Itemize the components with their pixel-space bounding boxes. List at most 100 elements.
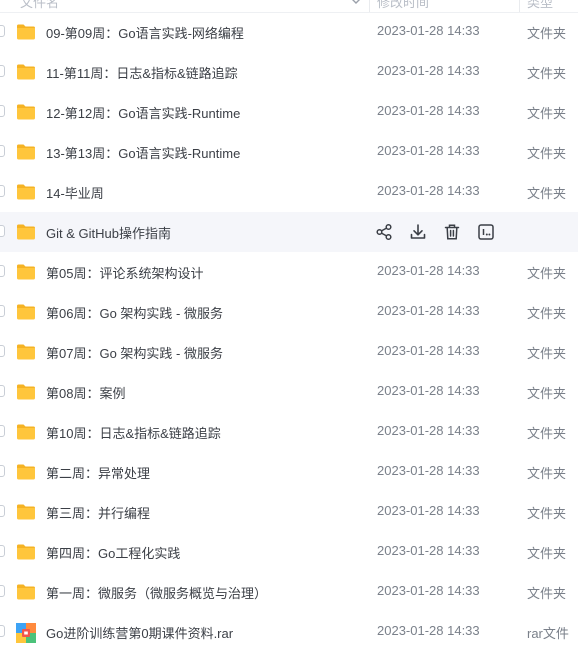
row-checkbox[interactable]	[0, 545, 5, 557]
table-row[interactable]: 14-毕业周 2023-01-28 14:33 文件夹	[0, 172, 578, 212]
row-checkbox[interactable]	[0, 225, 5, 237]
file-type: 文件夹	[527, 466, 567, 481]
modified-date: 2023-01-28 14:33	[377, 263, 480, 278]
download-icon[interactable]	[408, 222, 428, 242]
table-row[interactable]: 13-第13周：Go语言实践-Runtime 2023-01-28 14:33 文件…	[0, 132, 578, 172]
file-name[interactable]: 13-第13周：Go语言实践-Runtime	[46, 143, 240, 162]
rar-file-icon	[16, 623, 36, 643]
file-type: 文件夹	[527, 66, 567, 81]
row-checkbox[interactable]	[0, 25, 5, 37]
file-name[interactable]: Go进阶训练营第0期课件资料.rar	[46, 623, 233, 642]
header-date[interactable]: 修改时间	[377, 0, 429, 11]
header-type[interactable]: 类型	[527, 0, 553, 11]
file-name[interactable]: 第08周：案例	[46, 383, 125, 402]
modified-date: 2023-01-28 14:33	[377, 383, 480, 398]
table-row[interactable]: 11-第11周：日志&指标&链路追踪 2023-01-28 14:33 文件夹	[0, 52, 578, 92]
header-name[interactable]: 文件名	[20, 0, 59, 11]
file-type: 文件夹	[527, 586, 567, 601]
share-icon[interactable]	[374, 222, 394, 242]
file-type: 文件夹	[527, 186, 567, 201]
table-row[interactable]: 第08周：案例 2023-01-28 14:33 文件夹	[0, 372, 578, 412]
file-list: 文件名 修改时间 类型 09-第09周：Go语言实践-网络编程 2023-01-2…	[0, 0, 578, 661]
modified-date: 2023-01-28 14:33	[377, 303, 480, 318]
modified-date: 2023-01-28 14:33	[377, 463, 480, 478]
file-name[interactable]: 第三周：并行编程	[46, 503, 150, 522]
row-checkbox[interactable]	[0, 425, 5, 437]
folder-icon	[16, 63, 36, 81]
sort-arrow-icon[interactable]	[351, 0, 361, 6]
file-name[interactable]: 第05周：评论系统架构设计	[46, 263, 203, 282]
modified-date: 2023-01-28 14:33	[377, 103, 480, 118]
folder-icon	[16, 503, 36, 521]
folder-icon	[16, 583, 36, 601]
file-type: rar文件	[527, 626, 569, 641]
row-checkbox[interactable]	[0, 185, 5, 197]
modified-date: 2023-01-28 14:33	[377, 583, 480, 598]
table-row[interactable]: 第一周：微服务（微服务概览与治理） 2023-01-28 14:33 文件夹	[0, 572, 578, 612]
file-name[interactable]: 第一周：微服务（微服务概览与治理）	[46, 583, 267, 602]
file-name[interactable]: Git & GitHub操作指南	[46, 223, 171, 242]
folder-icon	[16, 23, 36, 41]
table-row[interactable]: 第四周：Go工程化实践 2023-01-28 14:33 文件夹	[0, 532, 578, 572]
table-row[interactable]: 第10周：日志&指标&链路追踪 2023-01-28 14:33 文件夹	[0, 412, 578, 452]
file-name[interactable]: 第10周：日志&指标&链路追踪	[46, 423, 221, 442]
row-checkbox[interactable]	[0, 65, 5, 77]
folder-icon	[16, 303, 36, 321]
row-checkbox[interactable]	[0, 305, 5, 317]
file-type: 文件夹	[527, 426, 567, 441]
file-type: 文件夹	[527, 146, 567, 161]
row-checkbox[interactable]	[0, 465, 5, 477]
column-divider[interactable]	[369, 0, 370, 12]
table-row[interactable]: 12-第12周：Go语言实践-Runtime 2023-01-28 14:33 文件…	[0, 92, 578, 132]
file-name[interactable]: 12-第12周：Go语言实践-Runtime	[46, 103, 240, 122]
table-row[interactable]: 第07周：Go 架构实践 - 微服务 2023-01-28 14:33 文件夹	[0, 332, 578, 372]
modified-date: 2023-01-28 14:33	[377, 63, 480, 78]
folder-icon	[16, 383, 36, 401]
row-checkbox[interactable]	[0, 385, 5, 397]
file-name[interactable]: 09-第09周：Go语言实践-网络编程	[46, 23, 244, 42]
file-type: 文件夹	[527, 346, 567, 361]
table-row[interactable]: 09-第09周：Go语言实践-网络编程 2023-01-28 14:33 文件夹	[0, 12, 578, 52]
table-row[interactable]: 第05周：评论系统架构设计 2023-01-28 14:33 文件夹	[0, 252, 578, 292]
row-checkbox[interactable]	[0, 145, 5, 157]
file-name[interactable]: 第07周：Go 架构实践 - 微服务	[46, 343, 223, 362]
file-type: 文件夹	[527, 26, 567, 41]
row-checkbox[interactable]	[0, 505, 5, 517]
more-icon[interactable]	[476, 222, 496, 242]
folder-icon	[16, 223, 36, 241]
table-row[interactable]: 第06周：Go 架构实践 - 微服务 2023-01-28 14:33 文件夹	[0, 292, 578, 332]
row-checkbox[interactable]	[0, 265, 5, 277]
file-name[interactable]: 第06周：Go 架构实践 - 微服务	[46, 303, 223, 322]
column-divider[interactable]	[519, 0, 520, 12]
modified-date: 2023-01-28 14:33	[377, 423, 480, 438]
folder-icon	[16, 103, 36, 121]
modified-date: 2023-01-28 14:33	[377, 543, 480, 558]
file-type: 文件夹	[527, 546, 567, 561]
modified-date: 2023-01-28 14:33	[377, 183, 480, 198]
folder-icon	[16, 183, 36, 201]
file-type: 文件夹	[527, 106, 567, 121]
file-name[interactable]: 14-毕业周	[46, 183, 104, 202]
delete-icon[interactable]	[442, 222, 462, 242]
row-checkbox[interactable]	[0, 585, 5, 597]
modified-date: 2023-01-28 14:33	[377, 623, 480, 638]
file-name[interactable]: 第四周：Go工程化实践	[46, 543, 180, 562]
row-checkbox[interactable]	[0, 345, 5, 357]
table-row[interactable]: Go进阶训练营第0期课件资料.rar 2023-01-28 14:33 rar文件	[0, 612, 578, 652]
folder-icon	[16, 263, 36, 281]
table-row[interactable]: Git & GitHub操作指南	[0, 212, 578, 252]
table-row[interactable]: 第二周：异常处理 2023-01-28 14:33 文件夹	[0, 452, 578, 492]
folder-icon	[16, 423, 36, 441]
file-type: 文件夹	[527, 306, 567, 321]
folder-icon	[16, 463, 36, 481]
modified-date: 2023-01-28 14:33	[377, 503, 480, 518]
file-type: 文件夹	[527, 266, 567, 281]
file-name[interactable]: 11-第11周：日志&指标&链路追踪	[46, 63, 238, 82]
modified-date: 2023-01-28 14:33	[377, 343, 480, 358]
file-name[interactable]: 第二周：异常处理	[46, 463, 150, 482]
table-row[interactable]: 第三周：并行编程 2023-01-28 14:33 文件夹	[0, 492, 578, 532]
row-checkbox[interactable]	[0, 105, 5, 117]
row-checkbox[interactable]	[0, 625, 5, 637]
modified-date: 2023-01-28 14:33	[377, 143, 480, 158]
modified-date: 2023-01-28 14:33	[377, 23, 480, 38]
